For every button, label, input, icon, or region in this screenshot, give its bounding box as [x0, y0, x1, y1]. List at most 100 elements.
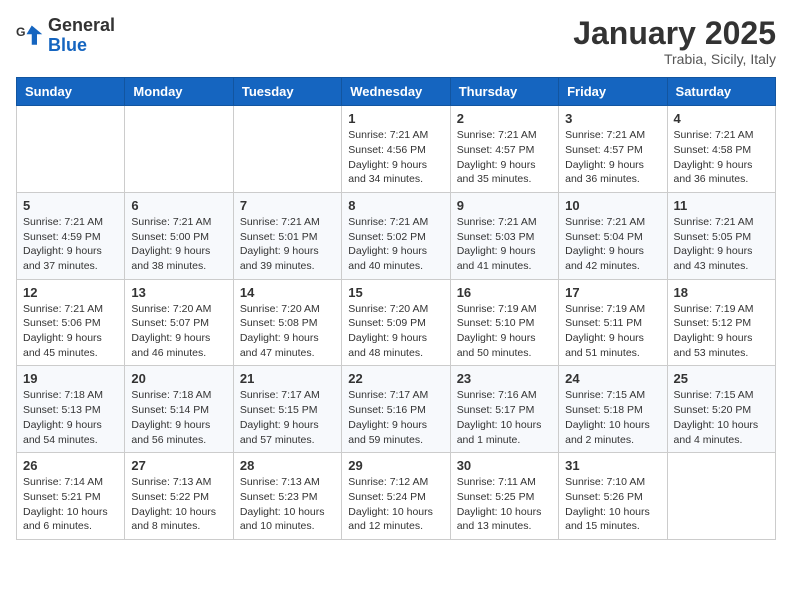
calendar-week-row: 5 Sunrise: 7:21 AM Sunset: 4:59 PM Daylig… [17, 192, 776, 279]
calendar-week-row: 26 Sunrise: 7:14 AM Sunset: 5:21 PM Dayli… [17, 453, 776, 540]
table-row: 8Sunrise: 7:21 AM Sunset: 5:02 PM Daylig… [342, 192, 450, 279]
day-info: Sunrise: 7:20 AM Sunset: 5:08 PM Dayligh… [240, 302, 335, 361]
logo-icon: G [16, 22, 44, 50]
day-info: Sunrise: 7:21 AM Sunset: 5:04 PM Dayligh… [565, 215, 660, 274]
header-sunday: Sunday [17, 78, 125, 106]
table-row: 1 Sunrise: 7:21 AM Sunset: 4:56 PM Daylig… [342, 106, 450, 193]
day-info: Sunrise: 7:12 AM Sunset: 5:24 PM Dayligh… [348, 475, 443, 534]
day-number: 19 [23, 371, 118, 386]
day-number: 1 [348, 111, 443, 126]
table-row: 27 Sunrise: 7:13 AM Sunset: 5:22 PM Dayli… [125, 453, 233, 540]
day-info: Sunrise: 7:11 AM Sunset: 5:25 PM Dayligh… [457, 475, 552, 534]
day-number: 23 [457, 371, 552, 386]
day-info: Sunrise: 7:21 AM Sunset: 5:02 PM Dayligh… [348, 215, 443, 274]
day-number: 10 [565, 198, 660, 213]
day-number: 17 [565, 285, 660, 300]
day-number: 24 [565, 371, 660, 386]
day-info: Sunrise: 7:20 AM Sunset: 5:09 PM Dayligh… [348, 302, 443, 361]
header-tuesday: Tuesday [233, 78, 341, 106]
table-row: 3 Sunrise: 7:21 AM Sunset: 4:57 PM Daylig… [559, 106, 667, 193]
day-info: Sunrise: 7:21 AM Sunset: 4:58 PM Dayligh… [674, 128, 769, 187]
table-row [17, 106, 125, 193]
table-row [125, 106, 233, 193]
header-thursday: Thursday [450, 78, 558, 106]
day-info: Sunrise: 7:21 AM Sunset: 5:03 PM Dayligh… [457, 215, 552, 274]
day-number: 27 [131, 458, 226, 473]
table-row: 31 Sunrise: 7:10 AM Sunset: 5:26 PM Dayli… [559, 453, 667, 540]
logo-blue-text: Blue [48, 35, 87, 55]
day-number: 9 [457, 198, 552, 213]
day-info: Sunrise: 7:19 AM Sunset: 5:11 PM Dayligh… [565, 302, 660, 361]
table-row: 15Sunrise: 7:20 AM Sunset: 5:09 PM Dayli… [342, 279, 450, 366]
day-number: 2 [457, 111, 552, 126]
day-info: Sunrise: 7:21 AM Sunset: 4:57 PM Dayligh… [457, 128, 552, 187]
table-row: 16 Sunrise: 7:19 AM Sunset: 5:10 PM Dayli… [450, 279, 558, 366]
table-row: 24 Sunrise: 7:15 AM Sunset: 5:18 PM Dayli… [559, 366, 667, 453]
table-row: 18 Sunrise: 7:19 AM Sunset: 5:12 PM Dayli… [667, 279, 775, 366]
table-row: 29 Sunrise: 7:12 AM Sunset: 5:24 PM Dayli… [342, 453, 450, 540]
day-info: Sunrise: 7:15 AM Sunset: 5:20 PM Dayligh… [674, 388, 769, 447]
calendar-table: Sunday Monday Tuesday Wednesday Thursday… [16, 77, 776, 540]
day-number: 3 [565, 111, 660, 126]
day-info: Sunrise: 7:21 AM Sunset: 5:06 PM Dayligh… [23, 302, 118, 361]
day-info: Sunrise: 7:20 AM Sunset: 5:07 PM Dayligh… [131, 302, 226, 361]
day-info: Sunrise: 7:14 AM Sunset: 5:21 PM Dayligh… [23, 475, 118, 534]
day-number: 16 [457, 285, 552, 300]
table-row [667, 453, 775, 540]
header-wednesday: Wednesday [342, 78, 450, 106]
day-number: 18 [674, 285, 769, 300]
day-info: Sunrise: 7:19 AM Sunset: 5:10 PM Dayligh… [457, 302, 552, 361]
table-row: 22Sunrise: 7:17 AM Sunset: 5:16 PM Dayli… [342, 366, 450, 453]
day-info: Sunrise: 7:21 AM Sunset: 5:00 PM Dayligh… [131, 215, 226, 274]
day-info: Sunrise: 7:16 AM Sunset: 5:17 PM Dayligh… [457, 388, 552, 447]
day-info: Sunrise: 7:18 AM Sunset: 5:14 PM Dayligh… [131, 388, 226, 447]
table-row: 25 Sunrise: 7:15 AM Sunset: 5:20 PM Dayli… [667, 366, 775, 453]
day-number: 25 [674, 371, 769, 386]
table-row: 28Sunrise: 7:13 AM Sunset: 5:23 PM Dayli… [233, 453, 341, 540]
day-info: Sunrise: 7:15 AM Sunset: 5:18 PM Dayligh… [565, 388, 660, 447]
location-subtitle: Trabia, Sicily, Italy [573, 51, 776, 67]
day-info: Sunrise: 7:21 AM Sunset: 4:56 PM Dayligh… [348, 128, 443, 187]
table-row: 5 Sunrise: 7:21 AM Sunset: 4:59 PM Daylig… [17, 192, 125, 279]
table-row: 13Sunrise: 7:20 AM Sunset: 5:07 PM Dayli… [125, 279, 233, 366]
day-info: Sunrise: 7:10 AM Sunset: 5:26 PM Dayligh… [565, 475, 660, 534]
day-number: 11 [674, 198, 769, 213]
table-row: 12 Sunrise: 7:21 AM Sunset: 5:06 PM Dayli… [17, 279, 125, 366]
day-info: Sunrise: 7:13 AM Sunset: 5:23 PM Dayligh… [240, 475, 335, 534]
svg-text:G: G [16, 25, 26, 39]
weekday-header-row: Sunday Monday Tuesday Wednesday Thursday… [17, 78, 776, 106]
table-row: 7Sunrise: 7:21 AM Sunset: 5:01 PM Daylig… [233, 192, 341, 279]
header-saturday: Saturday [667, 78, 775, 106]
table-row: 19Sunrise: 7:18 AM Sunset: 5:13 PM Dayli… [17, 366, 125, 453]
day-info: Sunrise: 7:21 AM Sunset: 4:57 PM Dayligh… [565, 128, 660, 187]
day-number: 29 [348, 458, 443, 473]
day-info: Sunrise: 7:17 AM Sunset: 5:16 PM Dayligh… [348, 388, 443, 447]
day-number: 26 [23, 458, 118, 473]
calendar-week-row: 1 Sunrise: 7:21 AM Sunset: 4:56 PM Daylig… [17, 106, 776, 193]
day-number: 5 [23, 198, 118, 213]
logo-general-text: General [48, 15, 115, 35]
day-info: Sunrise: 7:13 AM Sunset: 5:22 PM Dayligh… [131, 475, 226, 534]
table-row: 6 Sunrise: 7:21 AM Sunset: 5:00 PM Daylig… [125, 192, 233, 279]
day-number: 12 [23, 285, 118, 300]
day-number: 4 [674, 111, 769, 126]
day-number: 30 [457, 458, 552, 473]
table-row: 4 Sunrise: 7:21 AM Sunset: 4:58 PM Daylig… [667, 106, 775, 193]
table-row [233, 106, 341, 193]
table-row: 21Sunrise: 7:17 AM Sunset: 5:15 PM Dayli… [233, 366, 341, 453]
table-row: 26 Sunrise: 7:14 AM Sunset: 5:21 PM Dayli… [17, 453, 125, 540]
logo: G General Blue [16, 16, 115, 56]
day-number: 14 [240, 285, 335, 300]
day-number: 7 [240, 198, 335, 213]
table-row: 20Sunrise: 7:18 AM Sunset: 5:14 PM Dayli… [125, 366, 233, 453]
day-number: 31 [565, 458, 660, 473]
table-row: 11Sunrise: 7:21 AM Sunset: 5:05 PM Dayli… [667, 192, 775, 279]
title-block: January 2025 Trabia, Sicily, Italy [573, 16, 776, 67]
table-row: 9 Sunrise: 7:21 AM Sunset: 5:03 PM Daylig… [450, 192, 558, 279]
day-info: Sunrise: 7:21 AM Sunset: 4:59 PM Dayligh… [23, 215, 118, 274]
day-number: 6 [131, 198, 226, 213]
day-info: Sunrise: 7:19 AM Sunset: 5:12 PM Dayligh… [674, 302, 769, 361]
header-friday: Friday [559, 78, 667, 106]
table-row: 10 Sunrise: 7:21 AM Sunset: 5:04 PM Dayli… [559, 192, 667, 279]
calendar-week-row: 19Sunrise: 7:18 AM Sunset: 5:13 PM Dayli… [17, 366, 776, 453]
